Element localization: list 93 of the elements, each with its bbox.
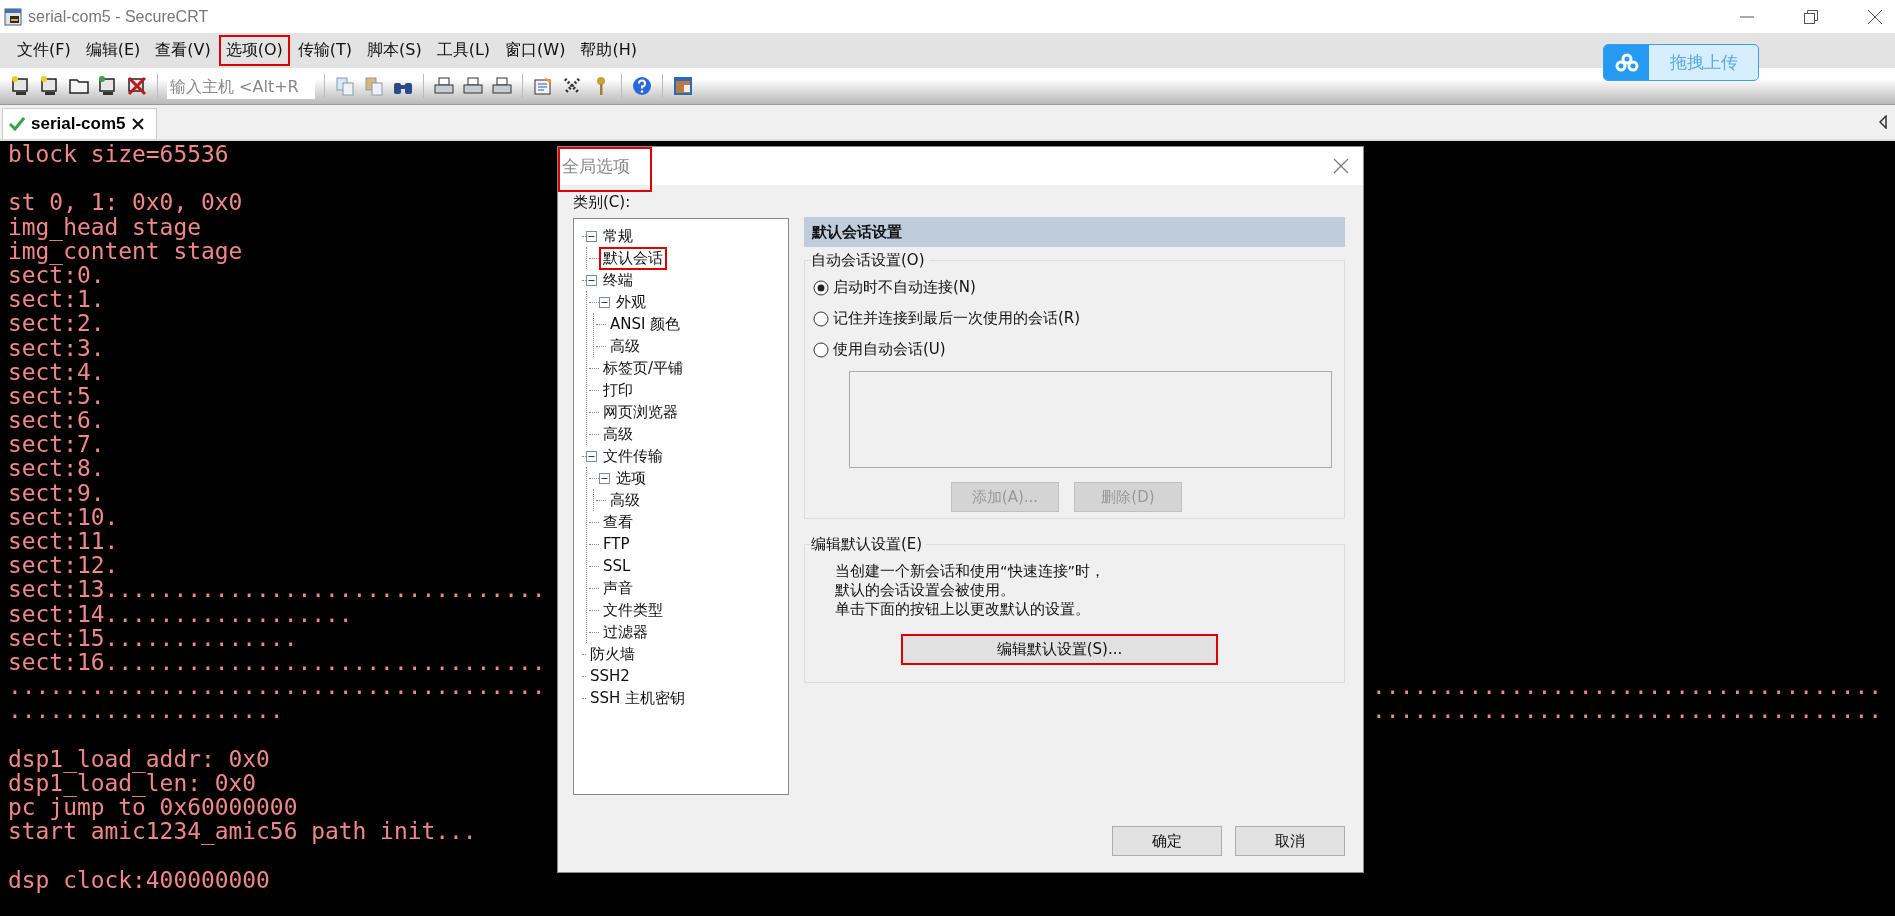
collapse-icon[interactable] — [586, 230, 597, 242]
menu-item[interactable]: 文件(F) — [10, 35, 78, 66]
terminal-line: ..................................... — [1372, 698, 1882, 723]
app-icon — [4, 7, 22, 26]
terminal-line: block size=65536 — [8, 142, 229, 167]
terminal-line: sect:8. — [8, 456, 105, 481]
tree-item[interactable]: 终端 — [599, 268, 637, 292]
dialog-title: 全局选项 — [558, 147, 652, 192]
terminal-line: sect:6. — [8, 408, 105, 433]
panel-title: 默认会话设置 — [804, 217, 1345, 247]
tree-item[interactable]: 查看 — [599, 510, 637, 534]
radio-icon[interactable] — [813, 341, 829, 358]
terminal-line: .................... — [8, 698, 284, 723]
category-label: 类别(C): — [573, 193, 632, 212]
menu-item[interactable]: 脚本(S) — [360, 35, 429, 66]
tree-item[interactable]: 常规 — [599, 224, 637, 248]
terminal-line: sect:15.............. — [8, 625, 298, 650]
tree-item[interactable]: SSL — [599, 555, 635, 577]
tree-item[interactable]: 高级 — [606, 334, 644, 358]
tree-item[interactable]: 文件传输 — [599, 444, 667, 468]
tree-item[interactable]: 声音 — [599, 576, 637, 600]
window-title: serial-com5 - SecureCRT — [28, 7, 209, 26]
tree-item[interactable]: 防火墙 — [586, 642, 639, 666]
tree-item[interactable]: 标签页/平铺 — [599, 356, 688, 380]
radio-icon[interactable] — [813, 310, 829, 327]
terminal-line: sect:7. — [8, 432, 105, 457]
menu-item[interactable]: 帮助(H) — [573, 35, 644, 66]
group-label: 自动会话设置(O) — [811, 251, 926, 270]
terminal-line: sect:12. — [8, 553, 119, 578]
group-label: 编辑默认设置(E) — [811, 535, 924, 554]
tree-item[interactable]: 网页浏览器 — [599, 400, 682, 424]
terminal-line: start amic1234_amic56 path init... — [8, 819, 477, 844]
terminal-line: sect:10. — [8, 504, 119, 529]
terminal-line: ..................................... — [1372, 673, 1882, 699]
cloud-icon — [1613, 52, 1640, 73]
collapse-icon[interactable] — [599, 472, 610, 484]
menu-item[interactable]: 窗口(W) — [498, 35, 573, 66]
help-icon[interactable] — [631, 75, 653, 97]
collapse-icon[interactable] — [599, 296, 610, 308]
tree-item[interactable]: 选项 — [612, 466, 650, 490]
restore-icon[interactable] — [1803, 8, 1819, 25]
tree-item[interactable]: 打印 — [599, 378, 637, 402]
tree-item[interactable]: SSH 主机密钥 — [586, 686, 690, 710]
tree-item[interactable]: 默认会话 — [599, 246, 667, 270]
tree-item[interactable]: 高级 — [606, 488, 644, 512]
terminal-line: st 0, 1: 0x0, 0x0 — [8, 190, 243, 215]
disconnect-icon[interactable] — [126, 75, 148, 97]
menu-item[interactable]: 编辑(E) — [78, 35, 148, 66]
dialog-button[interactable]: 取消 — [1235, 826, 1345, 856]
terminal-line: dsp clock:400000000 — [8, 867, 270, 892]
menu-item[interactable]: 传输(T) — [290, 35, 360, 66]
printer-icon[interactable] — [491, 75, 513, 97]
printer-icon[interactable] — [433, 75, 455, 97]
radio-option[interactable]: 使用自动会话(U) — [813, 334, 1332, 365]
terminal-line: sect:4. — [8, 359, 105, 384]
terminal-line: ....................................... — [8, 674, 546, 699]
tree-item[interactable]: 高级 — [599, 422, 637, 446]
properties-icon[interactable] — [532, 75, 554, 97]
terminal-line: sect:14.................. — [8, 601, 353, 626]
description-text: 单击下面的按钮上以更改默认的设置。 — [835, 600, 1091, 619]
lock-window-icon[interactable] — [672, 75, 694, 97]
tree-item[interactable]: 文件类型 — [599, 598, 667, 622]
radio-option[interactable]: 记住并连接到最后一次使用的会话(R) — [813, 303, 1332, 334]
menu-item[interactable]: 选项(O) — [218, 35, 290, 66]
terminal-line: sect:1. — [8, 287, 105, 312]
menu-item[interactable]: 工具(L) — [429, 35, 498, 66]
left-arrow-icon[interactable] — [1879, 115, 1887, 129]
terminal-line: sect:2. — [8, 311, 105, 336]
printer-icon[interactable] — [462, 75, 484, 97]
radio-selected-icon[interactable] — [813, 279, 829, 296]
tree-item[interactable]: 外观 — [612, 290, 650, 314]
terminal-line: sect:11. — [8, 529, 119, 554]
description-text: 默认的会话设置会被使用。 — [835, 581, 1016, 600]
collapse-icon[interactable] — [586, 450, 597, 462]
radio-option[interactable]: 启动时不自动连接(N) — [813, 272, 1332, 303]
tree-item[interactable]: ANSI 颜色 — [606, 312, 685, 336]
tree-item[interactable]: FTP — [599, 533, 634, 555]
terminal-line: sect:3. — [8, 335, 105, 360]
terminal-line: sect:9. — [8, 480, 105, 505]
collapse-icon[interactable] — [586, 274, 597, 286]
session-tab[interactable]: serial-com5 — [2, 108, 157, 139]
tree-item[interactable]: 过滤器 — [599, 620, 652, 644]
description-text: 当创建一个新会话和使用“快速连接”时， — [835, 562, 1107, 581]
dialog-button[interactable]: 确定 — [1112, 826, 1222, 856]
terminal-line: sect:5. — [8, 383, 105, 409]
menu-item[interactable]: 查看(V) — [148, 35, 218, 66]
tab-label: serial-com5 — [31, 114, 126, 134]
edit-defaults-button[interactable]: 编辑默认设置(S)... — [901, 634, 1218, 665]
terminal-line: sect:13................................ — [8, 577, 546, 602]
close-icon[interactable] — [1867, 8, 1883, 25]
terminal-line: sect:16................................ — [8, 649, 546, 675]
tree-item[interactable]: SSH2 — [586, 665, 634, 687]
close-icon[interactable] — [131, 118, 144, 130]
